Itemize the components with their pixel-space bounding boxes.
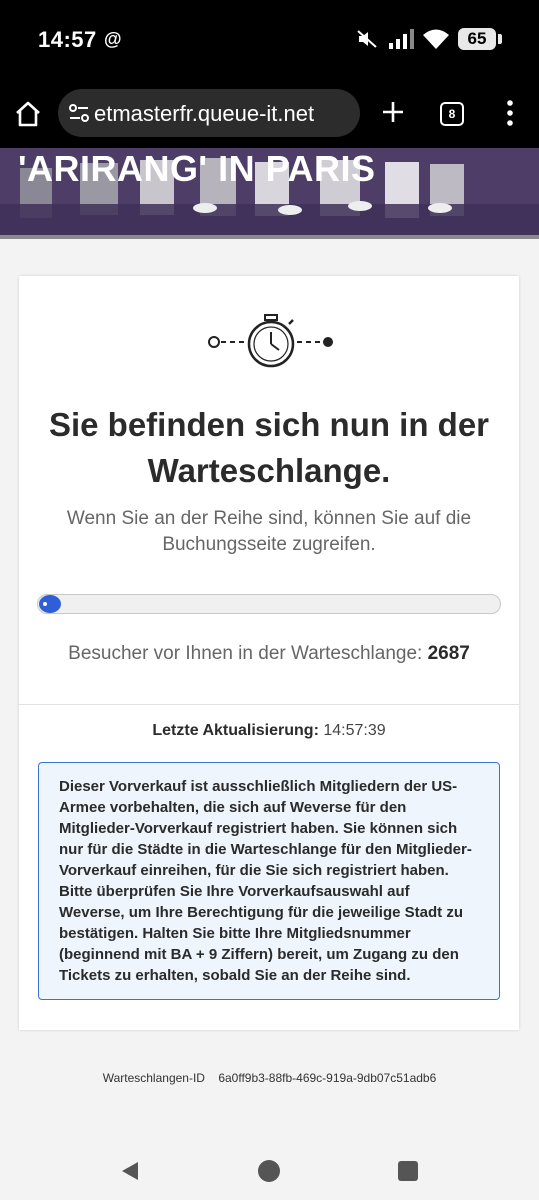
threads-icon: @ bbox=[104, 29, 122, 49]
stopwatch-icon bbox=[208, 314, 333, 368]
card-divider bbox=[19, 704, 519, 705]
queue-id: Warteschlangen-ID 6a0ff9b3-88fb-469c-919… bbox=[0, 1071, 539, 1085]
mute-icon bbox=[357, 30, 377, 48]
tabs-icon[interactable]: 8 bbox=[440, 102, 464, 126]
new-tab-icon[interactable] bbox=[379, 98, 407, 126]
banner-divider bbox=[0, 235, 539, 239]
last-update-time: 14:57:39 bbox=[323, 722, 386, 739]
status-time: 14:57 bbox=[38, 27, 97, 52]
event-banner: 'ARIRANG' IN PARIS bbox=[0, 148, 539, 238]
system-nav-bar bbox=[0, 1140, 539, 1200]
banner-title: 'ARIRANG' IN PARIS bbox=[18, 148, 376, 189]
visitors-ahead-label: Besucher vor Ihnen in der Warteschlange: bbox=[68, 643, 423, 664]
site-settings-icon[interactable] bbox=[68, 102, 90, 124]
back-icon[interactable] bbox=[120, 1160, 140, 1182]
home-icon[interactable] bbox=[14, 100, 42, 128]
queue-id-value: 6a0ff9b3-88fb-469c-919a-9db07c51adb6 bbox=[218, 1071, 437, 1085]
page-title: Sie befinden sich nun in der Warteschlan… bbox=[48, 406, 490, 489]
nav-home-icon[interactable] bbox=[258, 1160, 280, 1182]
battery-cap bbox=[498, 34, 502, 44]
recents-icon[interactable] bbox=[398, 1161, 418, 1181]
last-update: Letzte Aktualisierung: 14:57:39 bbox=[19, 722, 519, 740]
queue-subtext: Wenn Sie an der Reihe sind, können Sie a… bbox=[66, 508, 472, 555]
battery-indicator: 65 bbox=[458, 28, 496, 50]
status-bar: 14:57 @ 65 bbox=[0, 0, 539, 80]
progress-indicator-dot bbox=[43, 602, 47, 606]
wifi-icon bbox=[423, 29, 449, 49]
queue-progress-fill bbox=[39, 595, 61, 613]
address-bar[interactable]: etmasterfr.queue-it.net bbox=[58, 89, 360, 137]
signal-icon bbox=[389, 29, 414, 49]
url-text: etmasterfr.queue-it.net bbox=[94, 101, 315, 126]
browser-toolbar: etmasterfr.queue-it.net 8 bbox=[0, 80, 539, 148]
last-update-label: Letzte Aktualisierung: bbox=[152, 722, 319, 739]
queue-card: Sie befinden sich nun in der Warteschlan… bbox=[19, 276, 519, 1030]
visitors-ahead: Besucher vor Ihnen in der Warteschlange:… bbox=[19, 643, 519, 665]
info-message: Dieser Vorverkauf ist ausschließlich Mit… bbox=[38, 762, 500, 1000]
visitors-ahead-count: 2687 bbox=[427, 643, 470, 664]
queue-id-label: Warteschlangen-ID bbox=[102, 1071, 205, 1085]
menu-icon[interactable] bbox=[500, 98, 520, 128]
queue-progress-bar bbox=[37, 594, 501, 614]
